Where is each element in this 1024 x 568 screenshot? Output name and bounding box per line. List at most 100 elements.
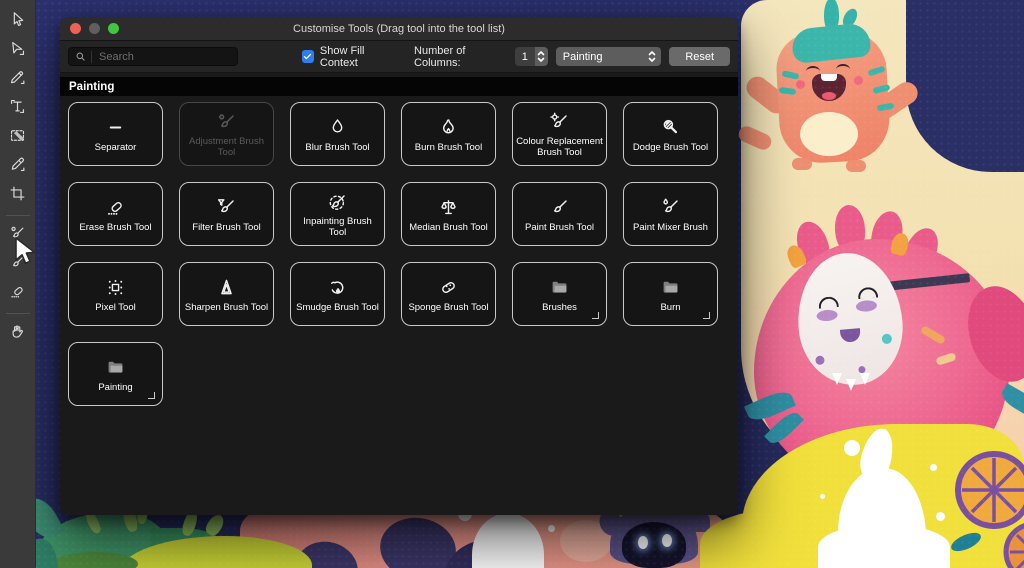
sidebar-tool-text-frame[interactable]: [0, 94, 36, 123]
columns-label: Number of Columns:: [414, 45, 507, 69]
show-fill-context-label: Show Fill Context: [320, 45, 398, 69]
pixel-icon: [104, 276, 127, 300]
sidebar-tool-eyedropper[interactable]: [0, 152, 36, 181]
creature-orange: [752, 10, 912, 182]
cursor-icon: [8, 10, 27, 34]
dialog-toolbar: Show Fill Context Number of Columns: 1 P…: [60, 41, 738, 73]
group-corner-mark: [703, 312, 710, 319]
tool-button-burn[interactable]: Burn: [623, 262, 718, 326]
eyedropper-icon: [8, 155, 27, 179]
sidebar-tool-crop[interactable]: [0, 181, 36, 210]
tool-label: Paint Mixer Brush: [633, 222, 708, 233]
columns-stepper[interactable]: 1: [515, 47, 548, 66]
hand-icon: [8, 322, 27, 346]
tool-button-blur-brush-tool[interactable]: Blur Brush Tool: [290, 102, 385, 166]
sponge-brush-icon: [437, 276, 460, 300]
category-dropdown[interactable]: Painting: [556, 47, 662, 66]
smudge-brush-icon: [326, 276, 349, 300]
section-title: Painting: [69, 81, 114, 93]
tool-button-smudge-brush-tool[interactable]: Smudge Brush Tool: [290, 262, 385, 326]
paint-brush-icon: [8, 253, 27, 277]
sidebar-tool-flood-select[interactable]: [0, 123, 36, 152]
sidebar-divider: [6, 313, 30, 314]
group-corner-mark: [592, 312, 599, 319]
filter-brush-icon: [215, 196, 238, 220]
section-header: Painting: [60, 77, 738, 96]
sidebar-tool-adjustment-brush[interactable]: [0, 221, 36, 250]
tool-label: Pixel Tool: [95, 302, 136, 313]
sharpen-brush-icon: [215, 276, 238, 300]
folder-icon: [659, 276, 682, 300]
text-frame-icon: [8, 97, 27, 121]
show-fill-context-row: Show Fill Context: [302, 45, 398, 69]
tool-label: Filter Brush Tool: [192, 222, 260, 233]
chevron-up-down-icon: [648, 50, 656, 63]
dialog-titlebar[interactable]: Customise Tools (Drag tool into the tool…: [60, 17, 738, 41]
tool-label: Burn Brush Tool: [415, 142, 482, 153]
sidebar-tool-node-arrow[interactable]: [0, 36, 36, 65]
node-arrow-icon: [8, 39, 27, 63]
tool-button-median-brush-tool[interactable]: Median Brush Tool: [401, 182, 496, 246]
sidebar-tool-erase-brush[interactable]: [0, 279, 36, 308]
sidebar-tool-pencil[interactable]: [0, 65, 36, 94]
tool-label: Adjustment Brush Tool: [183, 136, 270, 158]
category-value: Painting: [563, 51, 649, 63]
tool-button-sponge-brush-tool[interactable]: Sponge Brush Tool: [401, 262, 496, 326]
search-field[interactable]: [68, 47, 238, 66]
check-icon: [303, 52, 312, 61]
tool-button-erase-brush-tool[interactable]: Erase Brush Tool: [68, 182, 163, 246]
white-flame-right: [818, 428, 958, 568]
tool-button-burn-brush-tool[interactable]: Burn Brush Tool: [401, 102, 496, 166]
tool-label: Sharpen Brush Tool: [185, 302, 268, 313]
inpainting-brush-icon: [326, 190, 349, 214]
tool-button-brushes[interactable]: Brushes: [512, 262, 607, 326]
tool-button-painting[interactable]: Painting: [68, 342, 163, 406]
tool-button-pixel-tool[interactable]: Pixel Tool: [68, 262, 163, 326]
dodge-brush-icon: [659, 116, 682, 140]
tool-button-adjustment-brush-tool: Adjustment Brush Tool: [179, 102, 274, 166]
folder-icon: [548, 276, 571, 300]
search-input[interactable]: [97, 50, 231, 64]
tool-label: Erase Brush Tool: [79, 222, 151, 233]
customise-tools-dialog: Customise Tools (Drag tool into the tool…: [60, 17, 738, 515]
stepper-arrows-icon[interactable]: [535, 47, 548, 66]
app-tool-sidebar: [0, 0, 36, 568]
search-divider: [91, 51, 92, 63]
tool-label: Dodge Brush Tool: [633, 142, 708, 153]
tool-button-paint-mixer-brush[interactable]: Paint Mixer Brush: [623, 182, 718, 246]
sidebar-divider: [6, 215, 30, 216]
paint-mixer-brush-icon: [659, 196, 682, 220]
sidebar-tool-paint-brush[interactable]: [0, 250, 36, 279]
tool-label: Blur Brush Tool: [305, 142, 369, 153]
minimize-button[interactable]: [89, 23, 100, 34]
traffic-lights: [70, 17, 119, 40]
dialog-title: Customise Tools (Drag tool into the tool…: [293, 23, 505, 35]
paint-brush-icon: [548, 196, 571, 220]
zoom-button[interactable]: [108, 23, 119, 34]
colour-replacement-brush-icon: [548, 110, 571, 134]
separator-icon: [104, 116, 127, 140]
adjustment-brush-icon: [215, 110, 238, 134]
tool-label: Brushes: [542, 302, 577, 313]
sidebar-tool-cursor[interactable]: [0, 7, 36, 36]
tool-button-colour-replacement-brush-tool[interactable]: Colour Replacement Brush Tool: [512, 102, 607, 166]
pencil-icon: [8, 68, 27, 92]
tool-label: Median Brush Tool: [409, 222, 488, 233]
erase-brush-icon: [104, 196, 127, 220]
sidebar-tool-hand[interactable]: [0, 319, 36, 348]
folder-icon: [104, 356, 127, 380]
show-fill-context-checkbox[interactable]: [302, 50, 314, 63]
flood-select-icon: [8, 126, 27, 150]
tool-label: Sponge Brush Tool: [408, 302, 488, 313]
crop-icon: [8, 184, 27, 208]
reset-button[interactable]: Reset: [669, 47, 730, 66]
tool-button-filter-brush-tool[interactable]: Filter Brush Tool: [179, 182, 274, 246]
erase-brush-icon: [8, 282, 27, 306]
tool-button-sharpen-brush-tool[interactable]: Sharpen Brush Tool: [179, 262, 274, 326]
tool-button-separator[interactable]: Separator: [68, 102, 163, 166]
adjustment-brush-icon: [8, 224, 27, 248]
tool-button-inpainting-brush-tool[interactable]: Inpainting Brush Tool: [290, 182, 385, 246]
close-button[interactable]: [70, 23, 81, 34]
tool-button-dodge-brush-tool[interactable]: Dodge Brush Tool: [623, 102, 718, 166]
tool-button-paint-brush-tool[interactable]: Paint Brush Tool: [512, 182, 607, 246]
